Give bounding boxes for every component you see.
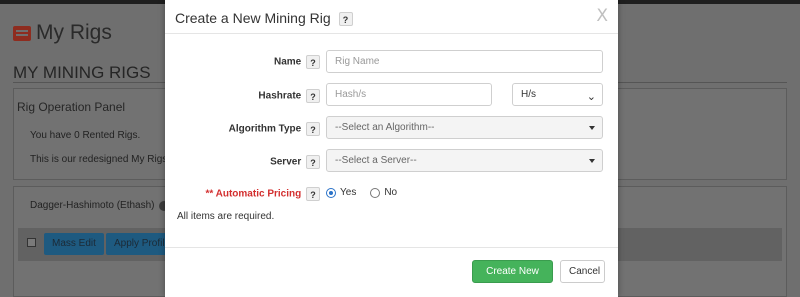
hashrate-unit-value: H/s — [521, 89, 536, 100]
algorithm-group-text: Dagger-Hashimoto (Ethash) — [30, 200, 155, 211]
server-select[interactable]: --Select a Server-- — [326, 149, 603, 172]
create-rig-modal: Create a New Mining Rig ? X Name ? Rig N… — [165, 0, 618, 297]
algorithm-type-label: Algorithm Type ? — [205, 122, 320, 136]
modal-header: Create a New Mining Rig ? X — [165, 0, 618, 34]
cancel-button[interactable]: Cancel — [560, 260, 605, 283]
caret-down-icon — [589, 126, 595, 130]
pricing-yes-label[interactable]: Yes — [340, 187, 356, 198]
algorithm-group-label: Dagger-Hashimoto (Ethash) — [30, 200, 169, 211]
name-help-icon[interactable]: ? — [306, 55, 320, 69]
page-title: My Rigs — [13, 21, 112, 45]
page-title-text: My Rigs — [36, 21, 112, 44]
algorithm-select-value: --Select an Algorithm-- — [335, 122, 435, 133]
apply-profile-button[interactable]: Apply Profil — [106, 233, 173, 255]
caret-down-icon — [589, 159, 595, 163]
server-label-text: Server — [270, 156, 302, 168]
pricing-help-icon[interactable]: ? — [306, 187, 320, 201]
modal-footer-divider — [165, 247, 618, 248]
name-label-text: Name — [273, 56, 302, 68]
pricing-no-radio[interactable] — [370, 187, 381, 198]
hashrate-help-icon[interactable]: ? — [306, 89, 320, 103]
help-icon[interactable]: ? — [338, 12, 353, 27]
create-new-rig-button[interactable]: Create New Rig — [472, 260, 553, 297]
hashrate-label: Hashrate ? — [225, 89, 320, 103]
rented-rigs-text: You have 0 Rented Rigs. — [30, 130, 141, 141]
algorithm-help-icon[interactable]: ? — [306, 122, 320, 136]
automatic-pricing-label: ** Automatic Pricing ? — [185, 187, 320, 201]
redesign-notice-text: This is our redesigned My Rigs p — [30, 154, 176, 165]
rig-list-icon — [13, 25, 31, 41]
mass-edit-button[interactable]: Mass Edit — [44, 233, 104, 255]
modal-title: Create a New Mining Rig ? — [175, 10, 353, 27]
modal-title-text: Create a New Mining Rig — [175, 10, 331, 26]
pricing-yes-radio[interactable] — [326, 187, 336, 198]
server-label: Server ? — [225, 155, 320, 169]
server-select-value: --Select a Server-- — [335, 155, 417, 166]
panel-heading: Rig Operation Panel — [17, 100, 126, 114]
name-label: Name ? — [225, 55, 320, 69]
close-icon[interactable]: X — [596, 6, 608, 26]
pricing-no-label[interactable]: No — [384, 187, 397, 198]
automatic-pricing-label-text: ** Automatic Pricing — [205, 188, 302, 200]
hashrate-input[interactable]: Hash/s — [326, 83, 492, 106]
algorithm-type-label-text: Algorithm Type — [228, 123, 302, 135]
section-title: MY MINING RIGS — [13, 63, 151, 82]
required-note: All items are required. — [177, 211, 275, 222]
server-help-icon[interactable]: ? — [306, 155, 320, 169]
chevron-down-icon: ⌄ — [586, 91, 596, 103]
rig-name-input[interactable]: Rig Name — [326, 50, 603, 73]
select-all-checkbox[interactable] — [27, 238, 36, 247]
hashrate-label-text: Hashrate — [258, 90, 302, 102]
automatic-pricing-radio-group: Yes No — [326, 187, 411, 198]
hashrate-unit-select[interactable]: H/s ⌄ — [512, 83, 603, 106]
algorithm-select[interactable]: --Select an Algorithm-- — [326, 116, 603, 139]
